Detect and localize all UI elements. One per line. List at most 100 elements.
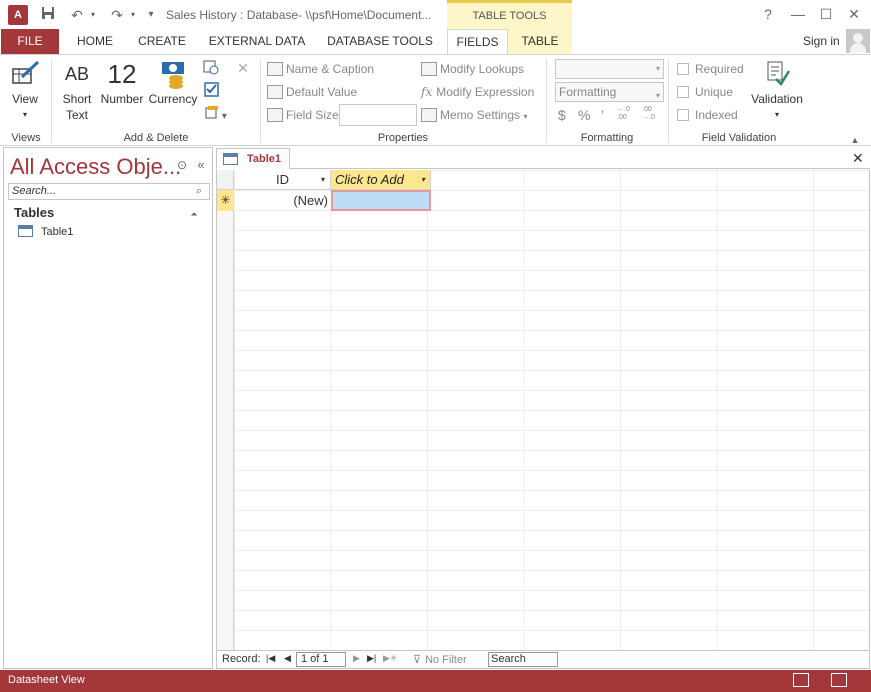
required-checkbox[interactable]: Required — [677, 60, 744, 78]
tab-home[interactable]: HOME — [68, 29, 122, 54]
tab-create[interactable]: CREATE — [130, 29, 194, 54]
ribbon: View ▾ Views AB Short Text 12 Number Cur… — [0, 54, 871, 146]
name-caption-button[interactable]: Name & Caption — [267, 60, 374, 78]
number-icon: 12 — [107, 59, 137, 89]
unique-checkbox[interactable]: Unique — [677, 83, 733, 101]
field-size-label-row: Field Size — [267, 106, 339, 124]
percent-format-button[interactable]: % — [578, 106, 590, 124]
default-value-button[interactable]: Default Value — [267, 83, 357, 101]
view-button[interactable]: View ▾ — [6, 59, 44, 123]
save-icon[interactable] — [38, 6, 58, 24]
nav-search-placeholder: Search... — [12, 185, 57, 197]
previous-record-icon[interactable]: ◀ — [284, 653, 291, 664]
tab-fields[interactable]: FIELDS — [447, 29, 508, 55]
no-filter-indicator[interactable]: ⊽ No Filter — [413, 653, 467, 666]
indexed-check[interactable] — [677, 108, 689, 121]
more-fields-icon[interactable]: ▾ — [202, 105, 230, 123]
undo-dropdown-icon[interactable]: ▾ — [88, 6, 98, 24]
ribbon-tabs: FILE HOME CREATE EXTERNAL DATA DATABASE … — [0, 29, 871, 55]
shutter-bar-close-icon[interactable]: « — [194, 156, 208, 174]
selected-cell[interactable] — [331, 190, 431, 211]
data-type-dropdown[interactable]: ▾ — [555, 59, 664, 79]
access-app-icon[interactable]: A — [8, 5, 28, 25]
status-bar: Datasheet View — [0, 670, 871, 692]
short-text-label: Short Text — [62, 92, 92, 122]
column-header-click-to-add[interactable]: Click to Add ▾ — [331, 170, 431, 190]
restore-button[interactable]: ☐ — [813, 4, 839, 24]
properties-group-label: Properties — [377, 132, 429, 144]
default-value-label: Default Value — [286, 85, 358, 99]
comma-format-button[interactable]: ’ — [601, 106, 604, 124]
nav-pane-title[interactable]: All Access Obje... — [10, 154, 181, 180]
minimize-button[interactable]: — — [785, 4, 811, 24]
new-record-selector[interactable]: ✳ — [217, 190, 234, 211]
nav-section-tables[interactable]: Tables — [14, 205, 54, 220]
redo-dropdown-icon[interactable]: ▾ — [128, 6, 138, 24]
id-cell-new[interactable]: (New) — [235, 190, 331, 211]
field-size-input[interactable] — [339, 104, 417, 126]
new-record-icon[interactable]: ▶✳ — [383, 653, 397, 664]
nav-item-table1[interactable]: Table1 — [18, 225, 73, 238]
unique-label: Unique — [695, 85, 734, 99]
delete-field-icon[interactable]: ✕ — [234, 59, 252, 77]
modify-lookups-button[interactable]: Modify Lookups — [421, 60, 524, 78]
validation-button[interactable]: Validation ▾ — [748, 59, 806, 123]
indexed-checkbox[interactable]: Indexed — [677, 106, 738, 124]
search-icon[interactable]: ⌕ — [192, 182, 206, 200]
design-view-icon[interactable] — [831, 673, 847, 687]
help-button[interactable]: ? — [755, 4, 781, 24]
select-all-corner[interactable] — [217, 170, 234, 190]
close-document-icon[interactable]: ✕ — [852, 150, 864, 167]
increase-decimals-button[interactable]: ←.0 .00 — [617, 106, 639, 124]
chevron-down-icon[interactable]: ▾ — [421, 170, 425, 189]
nav-menu-icon[interactable]: ⊙ — [174, 156, 190, 174]
date-time-icon[interactable] — [202, 59, 220, 77]
modify-expression-button[interactable]: fx Modify Expression — [421, 83, 534, 101]
name-caption-icon — [267, 61, 283, 76]
format-dropdown[interactable]: Formatting ▾ — [555, 82, 664, 102]
current-record-field[interactable]: 1 of 1 — [296, 652, 346, 667]
unique-check[interactable] — [677, 85, 689, 98]
decrease-decimals-button[interactable]: .00 →.0 — [642, 106, 664, 124]
memo-settings-button[interactable]: Memo Settings ▾ — [421, 106, 527, 124]
document-tab-bar — [216, 147, 870, 169]
tab-table[interactable]: TABLE — [508, 29, 572, 54]
column-header-id[interactable]: ID ▾ — [235, 170, 331, 190]
divider — [51, 59, 52, 143]
datasheet-view-icon[interactable] — [793, 673, 809, 687]
tab-table1[interactable]: Table1 — [216, 148, 290, 170]
next-record-icon[interactable]: ▶ — [353, 653, 360, 664]
collapse-section-icon[interactable]: ⏶ — [188, 205, 200, 223]
redo-icon[interactable]: ↷ — [106, 6, 128, 24]
record-navigation-bar: Record: |◀ ◀ 1 of 1 ▶ ▶| ▶✳ ⊽ No Filter S… — [216, 650, 870, 669]
short-text-button[interactable]: AB Short Text — [58, 59, 96, 123]
currency-format-button[interactable]: $ — [558, 106, 566, 124]
divider — [546, 59, 547, 143]
row-selector-column — [217, 190, 234, 650]
number-button[interactable]: 12 Number — [99, 59, 145, 107]
currency-button[interactable]: Currency — [148, 59, 198, 107]
chevron-down-icon[interactable]: ▾ — [321, 170, 325, 189]
nav-search-input[interactable]: Search... — [8, 183, 210, 200]
field-size-label: Field Size — [286, 108, 339, 122]
currency-label: Currency — [148, 92, 198, 106]
last-record-icon[interactable]: ▶| — [367, 653, 376, 664]
tab-database-tools[interactable]: DATABASE TOOLS — [322, 29, 438, 54]
tab-file[interactable]: FILE — [1, 29, 59, 54]
yes-no-icon[interactable] — [202, 82, 220, 100]
view-label: View — [12, 92, 38, 106]
close-button[interactable]: ✕ — [841, 4, 867, 24]
undo-icon[interactable]: ↶ — [66, 6, 88, 24]
avatar[interactable] — [846, 29, 870, 53]
first-record-icon[interactable]: |◀ — [266, 653, 275, 664]
customize-qat-icon[interactable]: ▾ — [144, 6, 158, 24]
validation-label: Validation — [751, 92, 803, 106]
required-check[interactable] — [677, 62, 689, 75]
record-search-input[interactable]: Search — [488, 652, 558, 667]
datasheet-grid[interactable]: ID ▾ Click to Add ▾ ✳ (New) — [216, 170, 870, 650]
sign-in-link[interactable]: Sign in — [803, 34, 840, 48]
tab-external-data[interactable]: EXTERNAL DATA — [203, 29, 311, 54]
modify-lookups-icon — [421, 61, 437, 76]
table-icon — [18, 225, 33, 238]
tab-table1-label: Table1 — [247, 153, 282, 165]
